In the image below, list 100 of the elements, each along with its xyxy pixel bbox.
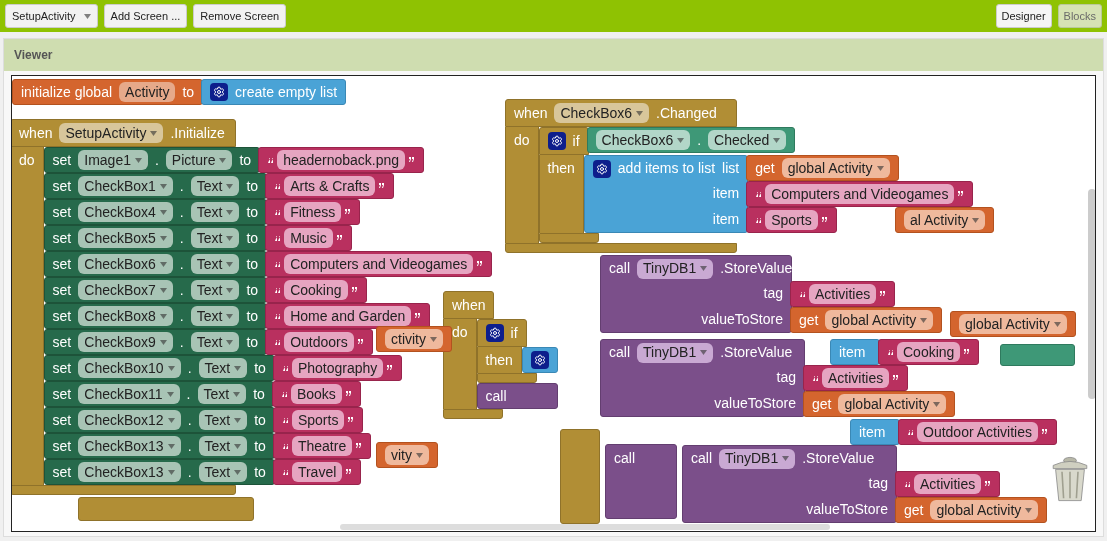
getter-block[interactable]: vity xyxy=(376,442,438,468)
event-block[interactable] xyxy=(560,429,600,524)
block-dropdown[interactable]: CheckBox6 xyxy=(554,103,650,123)
getter-block[interactable]: global Activity xyxy=(950,311,1076,337)
variable-name-field[interactable]: Activity xyxy=(119,82,176,102)
block-dropdown[interactable]: Picture xyxy=(165,150,233,170)
text-value-field[interactable]: Travel xyxy=(291,462,343,482)
string-block[interactable]: Activities xyxy=(895,471,1001,497)
call-block[interactable]: call TinyDB1 .StoreValue tag valueToStore xyxy=(600,255,792,333)
block-dropdown[interactable]: Text xyxy=(190,306,240,326)
settings-icon[interactable] xyxy=(547,132,566,150)
call-block[interactable]: call xyxy=(605,444,677,519)
block-dropdown[interactable]: Text xyxy=(197,384,247,404)
string-block[interactable]: Outdoors xyxy=(265,329,373,355)
block-dropdown[interactable]: global Activity xyxy=(930,500,1039,520)
block-dropdown[interactable]: Text xyxy=(190,228,240,248)
call-block[interactable]: call TinyDB1 .StoreValue tag valueToStore xyxy=(600,339,805,417)
block-dropdown[interactable]: global Activity xyxy=(825,310,934,330)
string-block[interactable]: Fitness xyxy=(265,199,361,225)
text-value-field[interactable]: Arts & Crafts xyxy=(284,176,376,196)
text-value-field[interactable]: Outdoors xyxy=(284,332,354,352)
text-value-field[interactable]: Sports xyxy=(765,210,818,230)
settings-icon[interactable] xyxy=(485,324,504,342)
horizontal-scrollbar[interactable] xyxy=(340,524,830,530)
text-value-field[interactable]: Computers and Videogames xyxy=(765,184,955,204)
block-dropdown[interactable]: CheckBox13 xyxy=(78,462,181,482)
string-block[interactable]: Books xyxy=(271,381,361,407)
event-block[interactable] xyxy=(78,497,254,521)
string-block[interactable]: Computers and Videogames xyxy=(265,251,493,277)
string-block[interactable]: Theatre xyxy=(272,433,372,459)
block-dropdown[interactable]: CheckBox5 xyxy=(78,228,173,248)
block-dropdown[interactable]: Image1 xyxy=(78,150,148,170)
block-dropdown[interactable]: vity xyxy=(385,445,429,465)
getter-block[interactable]: get global Activity xyxy=(746,155,899,181)
init-block[interactable]: initialize global Activity to xyxy=(12,79,204,105)
getter-block[interactable]: get global Activity xyxy=(803,391,956,417)
block-dropdown[interactable]: Text xyxy=(198,436,248,456)
block-dropdown[interactable]: Text xyxy=(198,358,248,378)
text-value-field[interactable]: Fitness xyxy=(284,202,342,222)
text-value-field[interactable]: Activities xyxy=(809,284,877,304)
call-block[interactable]: call TinyDB1 .StoreValue tag valueToStore xyxy=(682,445,897,523)
settings-icon[interactable] xyxy=(530,351,549,369)
event-block-header[interactable]: when CheckBox6 .Changed xyxy=(505,99,737,127)
text-value-field[interactable]: Books xyxy=(290,384,342,404)
string-block[interactable]: Sports xyxy=(746,207,837,233)
string-block[interactable]: Outdoor Activities xyxy=(898,419,1057,445)
block-dropdown[interactable]: Text xyxy=(190,332,240,352)
string-block[interactable]: Computers and Videogames xyxy=(746,181,974,207)
setter-block[interactable]: set CheckBox11 . Text to xyxy=(43,381,274,407)
text-value-field[interactable]: Sports xyxy=(291,410,345,430)
block-dropdown[interactable]: CheckBox9 xyxy=(78,332,173,352)
block-dropdown[interactable]: TinyDB1 xyxy=(637,342,714,363)
setter-block[interactable]: set Image1 . Picture to xyxy=(43,147,261,173)
block-dropdown[interactable]: Text xyxy=(190,176,240,196)
setter-block[interactable]: set CheckBox10 . Text to xyxy=(43,355,275,381)
getter-block[interactable]: get global Activity xyxy=(895,497,1048,523)
block-dropdown[interactable]: TinyDB1 xyxy=(637,258,714,279)
block-dropdown[interactable]: CheckBox1 xyxy=(78,176,173,196)
setter-block[interactable]: set CheckBox9 . Text to xyxy=(43,329,268,355)
text-value-field[interactable]: Cooking xyxy=(284,280,348,300)
string-block[interactable]: Sports xyxy=(272,407,364,433)
block-dropdown[interactable]: CheckBox11 xyxy=(78,384,180,404)
block-dropdown[interactable]: CheckBox6 xyxy=(78,254,173,274)
block-dropdown[interactable]: Text xyxy=(190,280,240,300)
block-dropdown[interactable]: CheckBox10 xyxy=(78,358,181,378)
settings-icon[interactable] xyxy=(592,159,611,178)
block-dropdown[interactable]: CheckBox8 xyxy=(78,306,173,326)
screen-selector[interactable]: SetupActivity xyxy=(5,4,98,28)
text-value-field[interactable]: Theatre xyxy=(291,436,353,456)
mode-button[interactable]: Blocks xyxy=(1057,4,1102,28)
getter-block[interactable]: get global Activity xyxy=(790,307,943,333)
block-dropdown[interactable]: Text xyxy=(190,254,240,274)
block-dropdown[interactable]: CheckBox12 xyxy=(78,410,181,430)
string-block[interactable]: Home and Garden xyxy=(265,303,431,329)
text-value-field[interactable]: Activities xyxy=(914,474,982,494)
block-dropdown[interactable]: Text xyxy=(190,202,240,222)
setter-block[interactable]: set CheckBox7 . Text to xyxy=(43,277,268,303)
block-dropdown[interactable]: CheckBox4 xyxy=(78,202,173,222)
string-block[interactable]: Photography xyxy=(272,355,403,381)
text-value-field[interactable]: Outdoor Activities xyxy=(917,422,1038,442)
block-dropdown[interactable]: Text xyxy=(198,410,248,430)
text-value-field[interactable]: Home and Garden xyxy=(284,306,412,326)
vertical-scrollbar[interactable] xyxy=(1088,189,1095,399)
block-dropdown[interactable]: al Activity xyxy=(904,210,986,230)
getter-block[interactable]: ctivity xyxy=(376,326,452,352)
string-block[interactable]: Cooking xyxy=(878,339,980,365)
event-block-header[interactable]: when SetupActivity .Initialize xyxy=(12,119,236,147)
block-dropdown[interactable]: CheckBox7 xyxy=(78,280,173,300)
block-dropdown[interactable]: ctivity xyxy=(385,329,443,349)
string-block[interactable]: Travel xyxy=(272,459,362,485)
setter-block[interactable]: set CheckBox6 . Text to xyxy=(43,251,268,277)
block-dropdown[interactable]: global Activity xyxy=(781,158,890,178)
call-block[interactable]: call xyxy=(476,383,558,409)
control-block-footer[interactable] xyxy=(538,233,599,243)
setter-block[interactable]: set CheckBox8 . Text to xyxy=(43,303,268,329)
block-dropdown[interactable]: SetupActivity xyxy=(59,123,164,143)
setter-block[interactable]: set CheckBox4 . Text to xyxy=(43,199,268,225)
setter-block[interactable]: set CheckBox13 . Text to xyxy=(43,459,275,485)
block-dropdown[interactable]: Text xyxy=(198,462,248,482)
trash-can-icon[interactable] xyxy=(1050,454,1090,504)
